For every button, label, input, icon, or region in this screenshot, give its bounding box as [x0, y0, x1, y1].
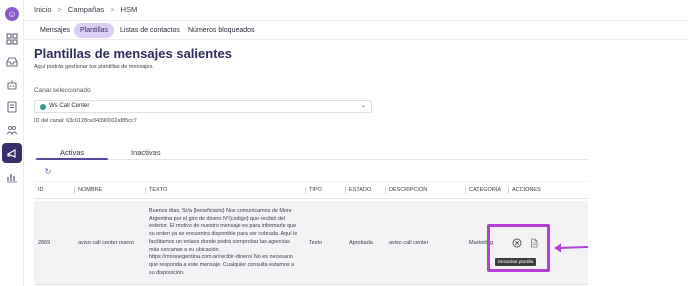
breadcrumb-campaigns[interactable]: Campañas: [68, 5, 104, 14]
tab-mensajes[interactable]: Mensajes: [34, 23, 76, 38]
annotation-highlight-box: [487, 224, 550, 272]
cell-descripcion: aviso call center: [389, 240, 429, 246]
cell-estado: Aprobada: [349, 240, 373, 246]
robot-icon[interactable]: [6, 79, 18, 91]
breadcrumb-home[interactable]: Inicio: [34, 5, 52, 14]
whatsapp-icon: [40, 103, 46, 110]
tab-inactivas[interactable]: Inactivas: [131, 148, 161, 157]
column-divider: [508, 187, 509, 194]
grid-icon[interactable]: [6, 33, 18, 45]
cell-texto: Buenos días, Sr/a {beneficiario} Nos com…: [149, 208, 298, 276]
page-title: Plantillas de mensajes salientes: [34, 46, 232, 61]
breadcrumb-hsm: HSM: [120, 5, 138, 14]
col-nombre: NOMBRE: [78, 187, 103, 193]
col-categoria: CATEGORÍA: [469, 187, 501, 193]
column-divider: [74, 187, 75, 194]
column-divider: [305, 187, 306, 194]
col-tipo: TIPO: [309, 187, 322, 193]
col-descripcion: DESCRIPCIÓN: [389, 187, 428, 193]
breadcrumb-separator: >: [57, 5, 62, 14]
channel-selected-value: Ws Call Center: [49, 103, 90, 109]
analytics-icon[interactable]: [6, 171, 18, 183]
tab-listas-de-contactos[interactable]: Listas de contactos: [114, 23, 186, 38]
page-subtitle: Aquí podrás gestionar tus plantillas de …: [34, 64, 154, 70]
active-tab-indicator: [36, 158, 108, 160]
cell-nombre: aviso call center nuevo: [78, 240, 134, 246]
table-header: ID NOMBRE TEXTO TIPO ESTADO DESCRIPCIÓN …: [34, 181, 588, 199]
breadcrumb: Inicio > Campañas > HSM: [34, 5, 137, 14]
breadcrumb-separator: >: [110, 5, 115, 14]
tab-plantillas[interactable]: Plantillas: [74, 23, 115, 38]
column-divider: [345, 187, 346, 194]
sidebar: ☺: [0, 0, 24, 286]
team-icon[interactable]: [6, 124, 18, 136]
top-tabs: Mensajes Plantillas Listas de contactos …: [24, 20, 688, 40]
column-divider: [385, 187, 386, 194]
cell-tipo: Texto: [309, 240, 323, 246]
annotation-arrow-icon: [553, 242, 589, 254]
channel-select[interactable]: Ws Call Center ⌄: [34, 100, 372, 113]
status-tabs: Activas Inactivas: [34, 146, 588, 160]
column-divider: [465, 187, 466, 194]
col-texto: TEXTO: [149, 187, 168, 193]
contacts-book-icon[interactable]: [6, 101, 18, 113]
tab-activas[interactable]: Activas: [60, 148, 84, 157]
refresh-icon[interactable]: ↻: [43, 167, 53, 177]
col-estado: ESTADO: [349, 187, 372, 193]
inbox-icon[interactable]: [6, 56, 18, 68]
chevron-down-icon: ⌄: [360, 103, 366, 109]
channel-label: Canal seleccionado: [34, 87, 91, 94]
campaigns-icon[interactable]: [2, 143, 22, 163]
tab-numeros-bloqueados[interactable]: Números bloqueados: [182, 23, 261, 38]
column-divider: [145, 187, 146, 194]
channel-id: ID del canal: 63c0128ce34390002af85cc7: [34, 118, 137, 124]
cell-id: 2869: [38, 240, 51, 246]
col-id: ID: [38, 187, 44, 193]
brand-logo-icon[interactable]: ☺: [5, 7, 19, 21]
col-acciones: ACCIONES: [512, 187, 541, 193]
